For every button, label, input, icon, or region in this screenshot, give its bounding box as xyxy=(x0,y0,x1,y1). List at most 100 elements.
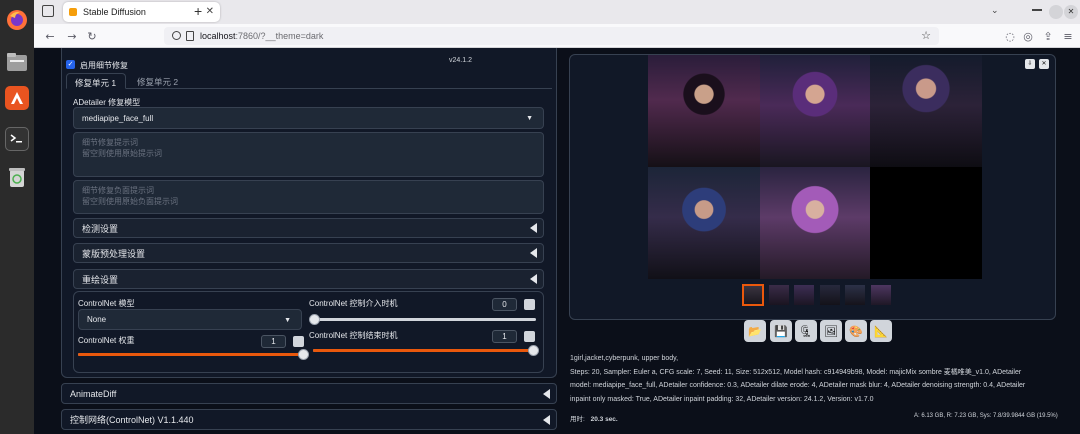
collapse-triangle-icon xyxy=(543,414,550,425)
controlnet-model-value: None xyxy=(87,315,107,324)
controlnet-end-label: ControlNet 控制结束时机 xyxy=(309,331,398,340)
controlnet-weight-slider-thumb[interactable] xyxy=(298,349,309,360)
open-folder-icon[interactable]: 📂 xyxy=(744,320,766,342)
info-params-1: Steps: 20, Sampler: Euler a, CFG scale: … xyxy=(570,368,1022,376)
accordion-animatediff-label: AnimateDiff xyxy=(70,388,117,399)
info-prompt: 1girl,jacket,cyberpunk, upper body, xyxy=(570,355,679,362)
firefox-icon[interactable] xyxy=(5,8,29,32)
controlnet-start-input[interactable]: 0 xyxy=(492,298,517,311)
time-value: 20.3 sec. xyxy=(590,416,618,423)
model-dropdown[interactable]: mediapipe_face_full ▼ xyxy=(73,107,544,129)
software-center-icon[interactable] xyxy=(5,86,29,110)
minimize-icon[interactable] xyxy=(1032,9,1042,11)
controlnet-weight-input[interactable]: 1 xyxy=(261,335,286,348)
close-tab-icon[interactable]: ✕ xyxy=(206,6,214,17)
terminal-icon[interactable] xyxy=(5,127,29,151)
send-to-img2img-icon[interactable]: 🖼 xyxy=(820,320,842,342)
generated-image-5[interactable] xyxy=(760,167,870,279)
prompt-textarea[interactable]: 细节修复提示词 留空则使用原始提示词 xyxy=(73,132,544,177)
favicon-icon xyxy=(69,8,77,16)
close-window-icon[interactable]: ✕ xyxy=(1064,5,1078,19)
account-icon[interactable]: ◎ xyxy=(1020,28,1036,44)
send-to-inpaint-icon[interactable]: 🎨 xyxy=(845,320,867,342)
reset-icon[interactable] xyxy=(524,331,535,342)
accordion-detection-label: 检测设置 xyxy=(82,223,119,234)
accordion-animatediff[interactable]: AnimateDiff xyxy=(61,383,557,404)
vram-usage: A: 6.13 GB, R: 7.23 GB, Sys: 7.8/39.9844… xyxy=(914,413,1058,419)
bookmark-star-icon[interactable]: ☆ xyxy=(921,29,931,42)
url-path: :7860/?__theme=dark xyxy=(235,31,324,41)
page-icon xyxy=(186,31,194,41)
url-host: localhost xyxy=(200,31,236,41)
reload-icon[interactable]: ↻ xyxy=(84,28,100,44)
controlnet-end-slider-thumb[interactable] xyxy=(528,345,539,356)
output-panel: ⇩ ✕ 📂 💾 🗜 🖼 🎨 📐 1girl,jacket,cyberpunk, … xyxy=(564,48,1063,434)
collapse-triangle-icon xyxy=(543,388,550,399)
tab-overview-icon[interactable] xyxy=(42,5,54,17)
close-icon[interactable]: ✕ xyxy=(1039,59,1049,69)
controlnet-end-slider-fill xyxy=(313,349,536,352)
version-label: v24.1.2 xyxy=(449,57,472,64)
new-tab-button[interactable]: + xyxy=(194,3,202,19)
extensions-icon[interactable]: ⇪ xyxy=(1040,28,1056,44)
webui-app: ✓ 启用细节修复 v24.1.2 修复单元 1 修复单元 2 ADetailer… xyxy=(34,48,1080,434)
pocket-icon[interactable]: ◌ xyxy=(1002,28,1018,44)
thumbnail-1[interactable] xyxy=(769,285,789,305)
download-icon[interactable]: ⇩ xyxy=(1025,59,1035,69)
accordion-controlnet[interactable]: 控制网络(ControlNet) V1.1.440 xyxy=(61,409,557,430)
url-bar[interactable]: localhost:7860/?__theme=dark ☆ xyxy=(164,27,939,45)
tab-bar: Stable Diffusion ✕ + ⌄ ✕ xyxy=(34,0,1080,24)
controlnet-model-dropdown[interactable]: None ▼ xyxy=(78,309,302,330)
thumbnail-5[interactable] xyxy=(871,285,891,305)
info-params-2: model: mediapipe_face_full, ADetailer co… xyxy=(570,382,1026,389)
files-icon[interactable] xyxy=(5,50,29,74)
menu-icon[interactable]: ≡ xyxy=(1060,28,1076,44)
controlnet-end-input[interactable]: 1 xyxy=(492,330,517,343)
tab-unit-2[interactable]: 修复单元 2 xyxy=(131,73,191,89)
generated-image-4[interactable] xyxy=(648,167,760,279)
maximize-icon[interactable] xyxy=(1049,5,1063,19)
adetailer-panel: ✓ 启用细节修复 v24.1.2 修复单元 1 修复单元 2 ADetailer… xyxy=(61,48,557,434)
collapse-triangle-icon xyxy=(530,248,537,258)
accordion-controlnet-label: 控制网络(ControlNet) V1.1.440 xyxy=(70,415,194,425)
accordion-mask-preprocess[interactable]: 蒙版预处理设置 xyxy=(73,243,544,263)
trash-icon[interactable] xyxy=(5,165,29,189)
thumbnail-4[interactable] xyxy=(845,285,865,305)
controlnet-start-slider-thumb[interactable] xyxy=(309,314,320,325)
tab-unit-1[interactable]: 修复单元 1 xyxy=(66,73,126,89)
save-icon[interactable]: 💾 xyxy=(770,320,792,342)
accordion-detection[interactable]: 检测设置 xyxy=(73,218,544,238)
send-to-extras-icon[interactable]: 📐 xyxy=(870,320,892,342)
thumbnail-grid[interactable] xyxy=(742,284,764,306)
model-value: mediapipe_face_full xyxy=(82,113,154,123)
negative-prompt-textarea[interactable]: 细节修复负面提示词 留空则使用原始负面提示词 xyxy=(73,180,544,214)
reset-icon[interactable] xyxy=(524,299,535,310)
ubuntu-dock xyxy=(0,0,34,434)
tab-unit-2-label: 修复单元 2 xyxy=(137,77,179,87)
generated-image-1[interactable] xyxy=(648,55,760,167)
zip-icon[interactable]: 🗜 xyxy=(795,320,817,342)
thumbnail-3[interactable] xyxy=(820,285,840,305)
empty-grid-cell xyxy=(870,167,982,279)
generated-image-3[interactable] xyxy=(870,55,982,167)
controlnet-model-label: ControlNet 模型 xyxy=(78,299,135,308)
tab-divider xyxy=(66,88,552,89)
accordion-inpaint-label: 重绘设置 xyxy=(82,274,119,285)
reset-icon[interactable] xyxy=(293,336,304,347)
generation-info: 1girl,jacket,cyberpunk, upper body, Step… xyxy=(570,352,1057,406)
thumbnail-2[interactable] xyxy=(794,285,814,305)
tab-list-icon[interactable]: ⌄ xyxy=(991,6,999,16)
accordion-inpaint[interactable]: 重绘设置 xyxy=(73,269,544,289)
generated-image-2[interactable] xyxy=(760,55,870,167)
time-label: 用时: xyxy=(570,416,585,423)
site-info-icon[interactable] xyxy=(172,31,181,40)
info-params-3: inpaint only masked: True, ADetailer inp… xyxy=(570,395,874,403)
controlnet-weight-label: ControlNet 权重 xyxy=(78,336,135,345)
back-icon[interactable]: ← xyxy=(42,28,58,44)
forward-icon[interactable]: → xyxy=(64,28,80,44)
collapse-triangle-icon xyxy=(530,223,537,233)
chevron-down-icon: ▼ xyxy=(526,115,533,122)
enable-checkbox[interactable]: ✓ xyxy=(66,60,75,69)
image-gallery: ⇩ ✕ xyxy=(569,54,1056,320)
controlnet-start-slider-track xyxy=(313,318,536,321)
